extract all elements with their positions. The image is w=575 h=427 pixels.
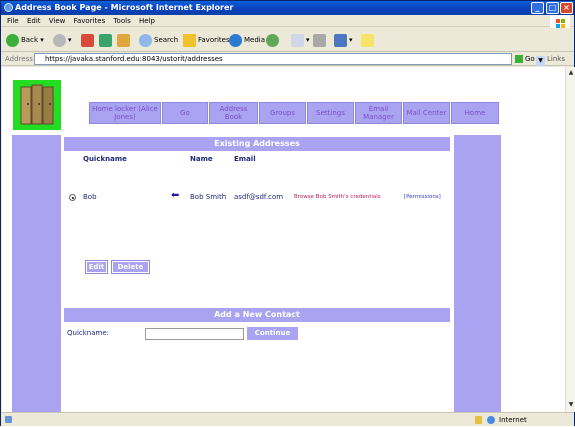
favorites-button[interactable]: Favorites (183, 32, 230, 48)
left-arrow-icon: ⬅ (171, 190, 180, 201)
print-button[interactable] (313, 32, 328, 48)
address-dropdown-icon[interactable]: ▼ (536, 56, 545, 66)
quickname-input[interactable] (145, 328, 244, 340)
back-button[interactable]: Back ▾ (6, 32, 44, 48)
title-bar: Address Book Page - Microsoft Internet E… (1, 1, 574, 15)
messenger-button[interactable] (361, 32, 376, 48)
locker-logo (13, 80, 61, 130)
url-text: https://javaka.stanford.edu:8043/ustorit… (45, 55, 223, 63)
nav-go[interactable]: Go (162, 102, 208, 124)
nav-settings[interactable]: Settings (307, 102, 354, 124)
address-bar: Address https://javaka.stanford.edu:8043… (1, 52, 574, 66)
media-icon (229, 33, 242, 47)
address-input[interactable]: https://javaka.stanford.edu:8043/ustorit… (34, 53, 545, 66)
menu-help[interactable]: Help (139, 15, 155, 27)
locker-icon (20, 84, 54, 125)
page-content: Home locker (Alice Jones) Go Address Boo… (2, 67, 565, 412)
nav-email-manager[interactable]: Email Manager (355, 102, 402, 124)
left-sidebar (12, 135, 61, 412)
refresh-button[interactable] (99, 32, 114, 48)
stop-button[interactable] (81, 32, 96, 48)
quickname-column-header: Quickname (83, 155, 127, 163)
email-column-header: Email (234, 155, 256, 163)
nav-home-locker[interactable]: Home locker (Alice Jones) (89, 102, 161, 124)
browse-credentials-link[interactable]: Browse Bob Smith's credentials (294, 194, 381, 200)
globe-icon (487, 416, 495, 424)
status-bar: Internet (1, 412, 574, 426)
existing-addresses-heading: Existing Addresses (64, 137, 450, 151)
go-button[interactable]: Go (515, 52, 535, 66)
right-sidebar (454, 135, 501, 412)
mail-icon (291, 33, 304, 47)
home-icon (117, 33, 130, 47)
search-button[interactable]: Search (139, 32, 178, 48)
menu-edit[interactable]: Edit (27, 15, 41, 27)
menu-file[interactable]: File (7, 15, 19, 27)
name-column-header: Name (190, 155, 213, 163)
continue-button[interactable]: Continue (247, 327, 298, 340)
nav-home[interactable]: Home (451, 102, 499, 124)
ie-icon (4, 3, 13, 12)
edit-button[interactable]: Edit (85, 260, 108, 274)
edit-page-button[interactable]: ▾ (334, 32, 353, 48)
maximize-button[interactable]: □ (546, 2, 559, 14)
go-arrow-icon (515, 55, 523, 63)
browser-window: Address Book Page - Microsoft Internet E… (0, 0, 575, 426)
menu-favorites[interactable]: Favorites (74, 15, 106, 27)
history-icon (266, 33, 279, 47)
nav-mail-center[interactable]: Mail Center (403, 102, 450, 124)
back-arrow-icon (6, 33, 19, 47)
window-title: Address Book Page - Microsoft Internet E… (15, 3, 234, 12)
star-icon (183, 33, 196, 47)
nav-address-book[interactable]: Address Book (209, 102, 258, 124)
scroll-down-icon[interactable]: ▼ (567, 401, 575, 410)
note-icon (361, 33, 374, 47)
forward-arrow-icon (53, 33, 66, 47)
row-email: asdf@sdf.com (234, 193, 284, 201)
page-icon (5, 416, 12, 423)
media-button[interactable]: Media (229, 32, 265, 48)
vertical-scrollbar[interactable]: ▲ ▼ (565, 67, 575, 412)
permissions-link[interactable]: [Permissions] (404, 194, 441, 200)
add-contact-heading: Add a New Contact (64, 308, 450, 322)
address-label: Address (5, 55, 33, 63)
menu-bar: File Edit View Favorites Tools Help (1, 15, 574, 27)
nav-groups[interactable]: Groups (259, 102, 306, 124)
delete-button[interactable]: Delete (111, 260, 150, 274)
close-button[interactable]: × (560, 2, 573, 14)
scroll-up-icon[interactable]: ▲ (567, 69, 575, 78)
home-button[interactable] (117, 32, 132, 48)
refresh-icon (99, 33, 112, 47)
history-button[interactable] (266, 32, 281, 48)
search-icon (139, 33, 152, 47)
forward-button[interactable]: ▾ (53, 32, 72, 48)
row-quickname: Bob (83, 193, 97, 201)
select-radio[interactable] (69, 194, 76, 201)
windows-logo-icon (550, 15, 570, 28)
edit-page-icon (334, 33, 347, 47)
menu-tools[interactable]: Tools (113, 15, 130, 27)
quickname-label: Quickname: (67, 329, 110, 337)
print-icon (313, 33, 326, 47)
lock-icon (475, 416, 482, 424)
stop-icon (81, 33, 94, 47)
zone-label: Internet (499, 416, 527, 424)
minimize-button[interactable]: _ (531, 2, 544, 14)
menu-view[interactable]: View (49, 15, 66, 27)
toolbar: Back ▾ ▾ Search Favorites Media ▾ ▾ (1, 28, 574, 52)
mail-button[interactable]: ▾ (291, 32, 310, 48)
row-name: Bob Smith (190, 193, 227, 201)
links-button[interactable]: Links (547, 52, 565, 66)
